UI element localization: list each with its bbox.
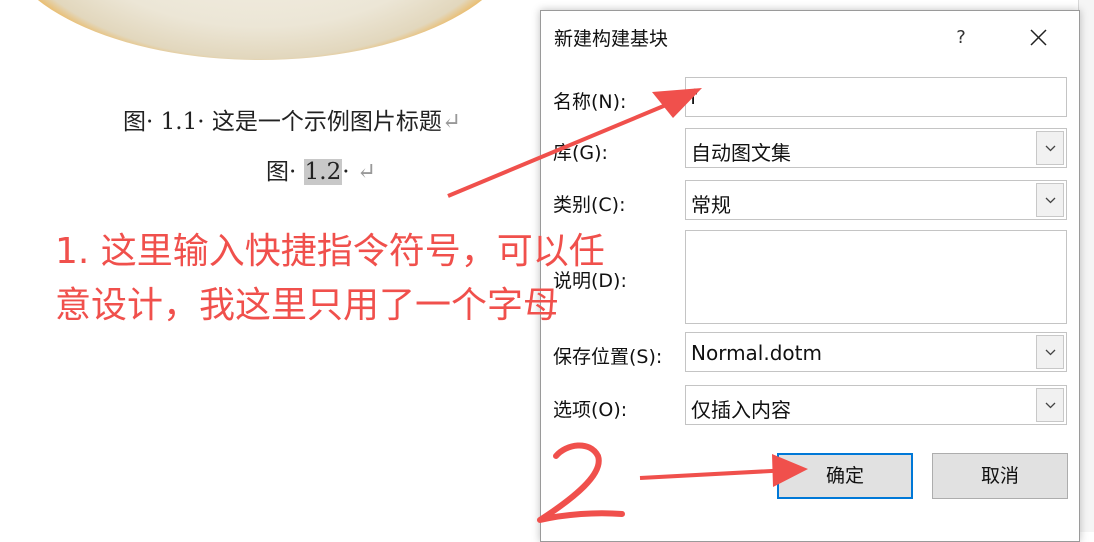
ok-button[interactable]: 确定 xyxy=(777,453,913,499)
paragraph-mark: ↵ xyxy=(356,159,377,185)
plate-image xyxy=(0,0,520,60)
gallery-label: 库(G): xyxy=(553,142,608,164)
gallery-select[interactable]: 自动图文集 xyxy=(685,128,1067,168)
options-value: 仅插入内容 xyxy=(691,398,791,422)
description-label: 说明(D): xyxy=(553,270,627,292)
category-select[interactable]: 常规 xyxy=(685,180,1067,220)
scrollbar[interactable] xyxy=(1078,0,1094,532)
name-label: 名称(N): xyxy=(553,91,627,113)
close-button[interactable] xyxy=(1018,23,1058,53)
description-textarea[interactable] xyxy=(685,230,1067,324)
caption-2-suffix: · xyxy=(342,159,350,185)
save-in-value: Normal.dotm xyxy=(691,341,822,365)
category-label: 类别(C): xyxy=(553,194,626,216)
chevron-down-icon xyxy=(1045,349,1056,356)
close-icon xyxy=(1029,29,1047,46)
chevron-down-icon xyxy=(1045,197,1056,204)
name-input[interactable] xyxy=(685,77,1067,117)
caption-1-text: 图· 1.1· 这是一个示例图片标题 xyxy=(123,109,442,135)
paragraph-mark: ↵ xyxy=(441,109,462,135)
figure-caption-1: 图· 1.1· 这是一个示例图片标题↵ xyxy=(123,102,461,136)
gallery-dropdown-button[interactable] xyxy=(1036,131,1064,165)
caption-2-number: 1.2 xyxy=(303,159,343,185)
category-value: 常规 xyxy=(691,193,731,217)
figure-caption-2: 图· 1.2· ↵ xyxy=(266,152,376,186)
save-in-dropdown-button[interactable] xyxy=(1036,335,1064,369)
dialog-title: 新建构建基块 xyxy=(554,28,669,50)
caption-2-prefix: 图· xyxy=(266,159,297,185)
category-dropdown-button[interactable] xyxy=(1036,183,1064,217)
chevron-down-icon xyxy=(1045,145,1056,152)
dialog-titlebar: 新建构建基块 ? xyxy=(541,11,1079,63)
options-label: 选项(O): xyxy=(553,399,628,421)
chevron-down-icon xyxy=(1045,402,1056,409)
create-building-block-dialog: 新建构建基块 ? 名称(N): 库(G): 自动图文集 类别(C): 常规 说明… xyxy=(540,10,1080,542)
cancel-button[interactable]: 取消 xyxy=(932,453,1068,499)
options-dropdown-button[interactable] xyxy=(1036,388,1064,422)
save-in-label: 保存位置(S): xyxy=(553,346,663,368)
options-select[interactable]: 仅插入内容 xyxy=(685,385,1067,425)
gallery-value: 自动图文集 xyxy=(691,141,791,165)
help-button[interactable]: ? xyxy=(943,23,979,53)
save-in-select[interactable]: Normal.dotm xyxy=(685,332,1067,372)
